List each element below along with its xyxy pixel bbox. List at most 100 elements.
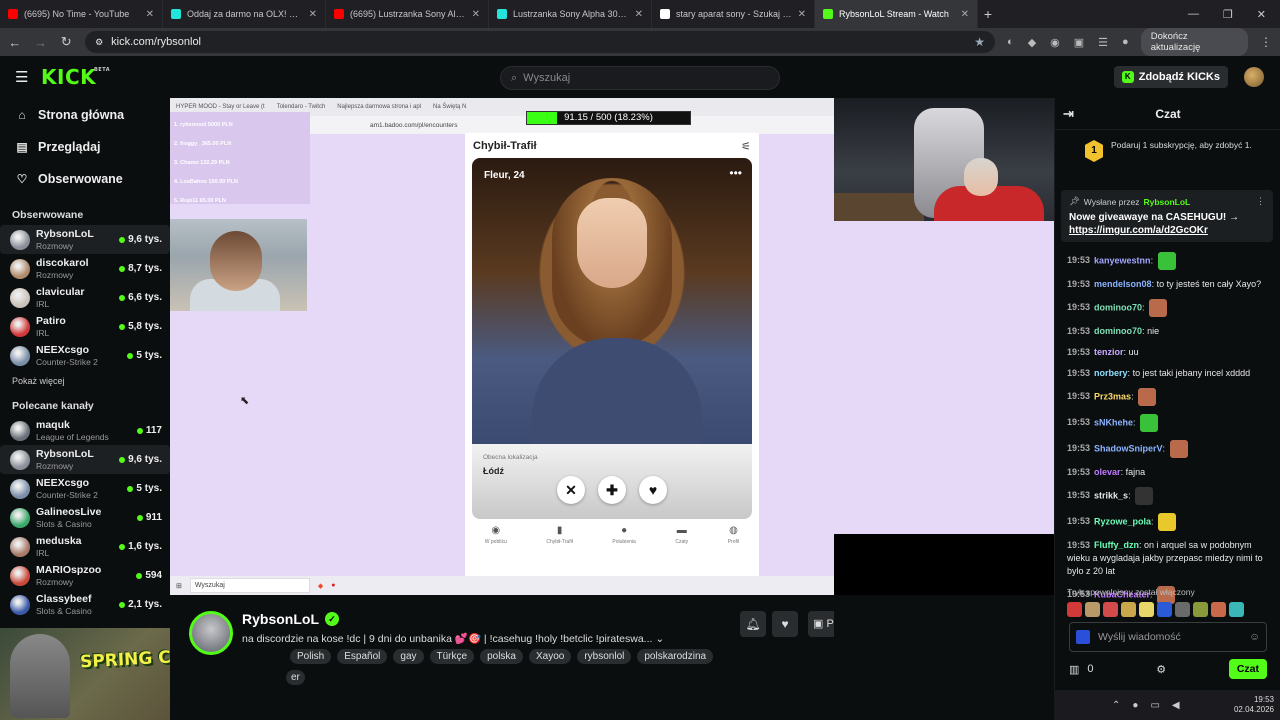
tab-close-icon[interactable]: ✕ — [472, 9, 480, 20]
tab-close-icon[interactable]: ✕ — [635, 9, 643, 20]
browser-tab[interactable]: Lustrzanka Sony Alpha 300 | Ol ✕ — [489, 0, 652, 28]
close-window-icon[interactable]: ✕ — [1257, 8, 1266, 21]
message-username[interactable]: mendelson08 — [1094, 279, 1152, 289]
emote-icon[interactable] — [1121, 602, 1136, 617]
tab-close-icon[interactable]: ✕ — [309, 9, 317, 20]
get-kicks-button[interactable]: K Zdobądź KICKs — [1113, 66, 1228, 88]
chat-input[interactable]: Wyślij wiadomość ☺ — [1069, 622, 1267, 652]
address-bar[interactable]: ⚙ kick.com/rybsonlol ★ — [85, 31, 996, 53]
forward-icon[interactable]: → — [34, 35, 48, 50]
emote-icon[interactable] — [1135, 487, 1154, 505]
video-player[interactable]: HYPER MOOD - Stay or Leave (t Tolendaro -… — [170, 98, 834, 595]
message-username[interactable]: tenzior — [1094, 347, 1124, 357]
browser-tab[interactable]: stary aparat sony - Szukaj w Go ✕ — [652, 0, 815, 28]
show-more-link[interactable]: Pokaż więcej — [0, 370, 170, 392]
maximize-icon[interactable]: ❐ — [1223, 8, 1233, 21]
emote-icon[interactable] — [1138, 388, 1157, 406]
message-username[interactable]: sNKhehe — [1094, 417, 1133, 427]
message-username[interactable]: dominoo70 — [1094, 326, 1142, 336]
sub-goal[interactable]: 1 Podaruj 1 subskrypcję, aby zdobyć 1. — [1085, 140, 1265, 162]
nav-item-browse[interactable]: ▤ Przeglądaj — [0, 131, 170, 163]
volume-icon[interactable]: ◀ — [1172, 700, 1180, 711]
reading-list-icon[interactable]: ☰ — [1098, 36, 1108, 49]
gift-subscription-button[interactable]: ▣ P — [808, 611, 834, 637]
streamer-name[interactable]: RybsonLoL — [242, 611, 319, 627]
extensions-puzzle-icon[interactable]: ▣ — [1074, 36, 1084, 49]
pinned-link[interactable]: https://imgur.com/a/d2GcOKr — [1069, 225, 1208, 236]
message-username[interactable]: Prz3mas — [1094, 391, 1131, 401]
channel-item[interactable]: MARIOspzoo Rozmowy 594 — [0, 561, 170, 590]
stream-tag[interactable]: Polish — [290, 649, 332, 664]
expand-title-icon[interactable]: ⌄ — [655, 633, 664, 645]
message-username[interactable]: strikk_s — [1094, 490, 1128, 500]
channel-item[interactable]: meduska IRL 1,6 tys. — [0, 532, 170, 561]
channel-item[interactable]: discokarol Rozmowy 8,7 tys. — [0, 254, 170, 283]
nav-item-home[interactable]: ⌂ Strona główna — [0, 99, 170, 131]
emote-icon[interactable] — [1157, 252, 1176, 270]
chat-settings-icon[interactable]: ⚙ — [1156, 663, 1166, 676]
notifications-bell-button[interactable]: 🔔︎ — [740, 611, 766, 637]
network-icon[interactable]: ▭ — [1150, 700, 1159, 711]
channel-item[interactable]: RybsonLoL Rozmowy 9,6 tys. — [0, 445, 170, 474]
emote-icon[interactable] — [1229, 602, 1244, 617]
new-tab-icon[interactable]: + — [978, 6, 998, 22]
stream-tag-overflow[interactable]: er — [286, 670, 305, 685]
browser-tab[interactable]: (6695) Lustrzanka Sony Alpha 3 ✕ — [326, 0, 489, 28]
collapse-chat-icon[interactable]: ⇥ — [1063, 106, 1074, 122]
browser-tab[interactable]: RybsonLoL Stream - Watch ✕ — [815, 0, 978, 28]
back-icon[interactable]: ← — [8, 35, 22, 50]
chat-identity-icon[interactable] — [1076, 630, 1090, 644]
tray-chevron-icon[interactable]: ⌃ — [1112, 700, 1120, 711]
emote-icon[interactable] — [1149, 299, 1168, 317]
message-username[interactable]: Fluffy_dzn — [1094, 540, 1139, 550]
message-username[interactable]: ShadowSniperV — [1094, 443, 1163, 453]
emote-icon[interactable] — [1193, 602, 1208, 617]
tab-close-icon[interactable]: ✕ — [798, 9, 806, 20]
emote-icon[interactable] — [1085, 602, 1100, 617]
channel-item[interactable]: NEEXcsgo Counter-Strike 2 5 tys. — [0, 341, 170, 370]
message-username[interactable]: Ryzowe_pola — [1094, 516, 1151, 526]
emote-icon[interactable] — [1067, 602, 1082, 617]
stream-tag[interactable]: polska — [480, 649, 523, 664]
channel-item[interactable]: Classybeef Slots & Casino 2,1 tys. — [0, 590, 170, 619]
message-username[interactable]: olevar — [1094, 467, 1121, 477]
follow-heart-button[interactable]: ♥ — [772, 611, 798, 637]
user-avatar[interactable] — [1244, 67, 1264, 87]
browser-menu-icon[interactable]: ⋮ — [1260, 35, 1272, 49]
message-username[interactable]: kanyewestnn — [1094, 255, 1151, 265]
channel-item[interactable]: RybsonLoL Rozmowy 9,6 tys. — [0, 225, 170, 254]
bookmark-star-icon[interactable]: ★ — [974, 35, 985, 49]
stream-tag[interactable]: polskarodzina — [637, 649, 714, 664]
pinned-menu-icon[interactable]: ⋮ — [1256, 196, 1265, 207]
extension-icon[interactable]: ◉ — [1050, 36, 1060, 49]
stream-tag[interactable]: Xayoo — [528, 649, 572, 664]
message-username[interactable]: dominoo70 — [1094, 302, 1142, 312]
extension-icon[interactable]: ◆ — [1028, 36, 1036, 49]
emote-icon[interactable] — [1103, 602, 1118, 617]
mic-icon[interactable]: ● — [1132, 700, 1138, 711]
send-chat-button[interactable]: Czat — [1228, 659, 1267, 679]
emote-icon[interactable] — [1139, 602, 1154, 617]
stream-tag[interactable]: gay — [393, 649, 424, 664]
points-icon[interactable]: ▥ — [1069, 663, 1079, 676]
emote-icon[interactable] — [1140, 414, 1159, 432]
browser-tab[interactable]: Oddaj za darmo na OLX! Dodaj ✕ — [163, 0, 326, 28]
browser-tab[interactable]: (6695) No Time - YouTube ✕ — [0, 0, 163, 28]
emote-icon[interactable] — [1158, 513, 1177, 531]
channel-item[interactable]: maquk League of Legends 117 — [0, 416, 170, 445]
message-username[interactable]: norbery — [1094, 368, 1128, 378]
tab-close-icon[interactable]: ✕ — [961, 9, 969, 20]
channel-item[interactable]: clavicular IRL 6,6 tys. — [0, 283, 170, 312]
stream-tag[interactable]: rybsonlol — [577, 649, 632, 664]
clock[interactable]: 19:53 02.04.2026 — [1234, 695, 1280, 715]
site-info-icon[interactable]: ⚙ — [95, 37, 103, 48]
emote-icon[interactable] — [1175, 602, 1190, 617]
channel-item[interactable]: NEEXcsgo Counter-Strike 2 5 tys. — [0, 474, 170, 503]
menu-icon[interactable]: ☰ — [15, 68, 29, 86]
profile-icon[interactable]: ● — [1122, 36, 1129, 49]
emote-icon[interactable] — [1169, 440, 1188, 458]
stream-tag[interactable]: Español — [337, 649, 388, 664]
search-input[interactable]: ⌕ Wyszukaj — [500, 66, 780, 90]
nav-item-heart[interactable]: ♡ Obserwowane — [0, 163, 170, 195]
emote-icon[interactable] — [1157, 602, 1172, 617]
